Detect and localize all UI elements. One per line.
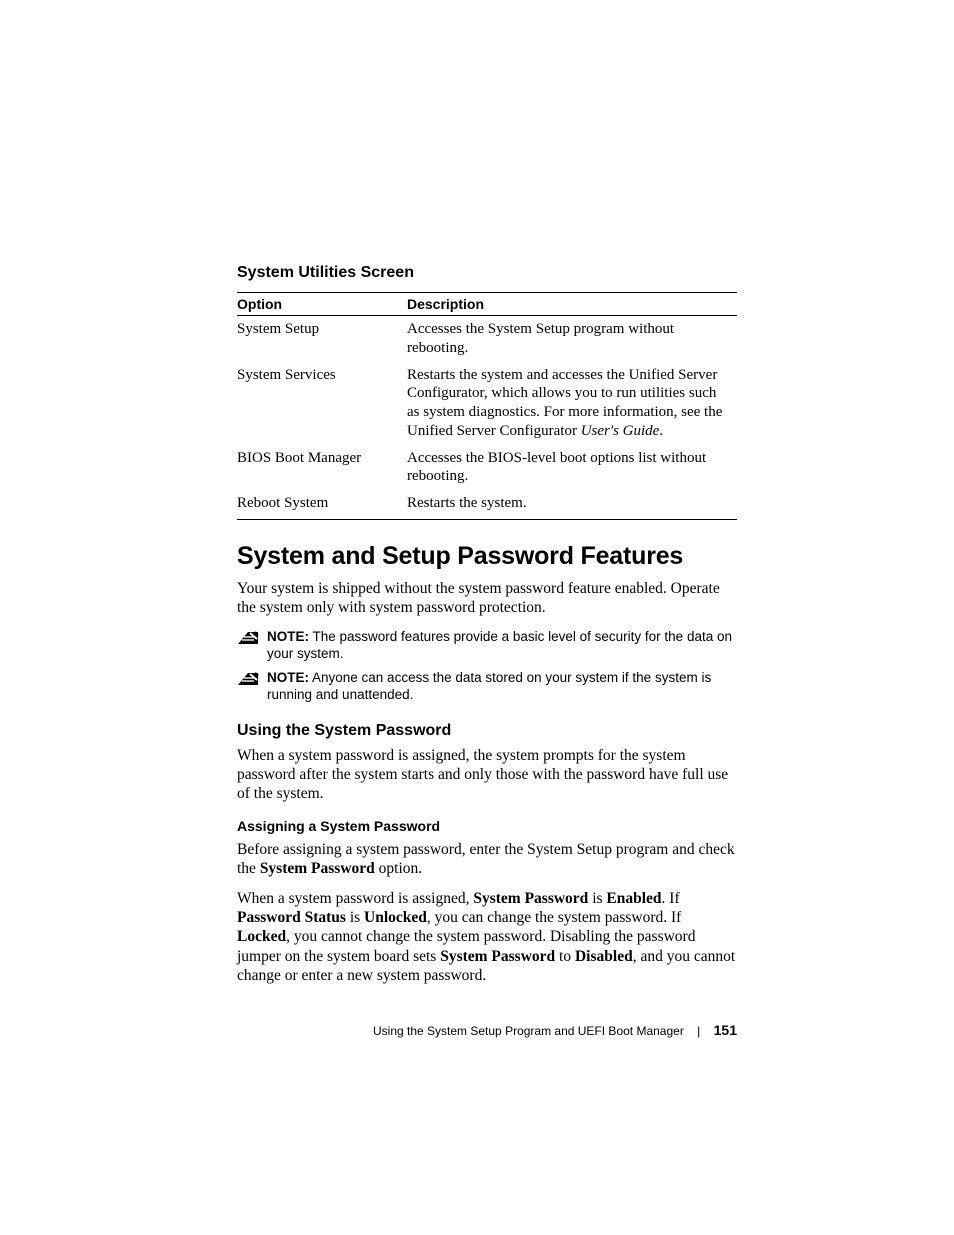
subheading-assigning-password: Assigning a System Password (237, 818, 737, 834)
table-row: System Setup Accesses the System Setup p… (237, 316, 737, 362)
cell-description: Restarts the system. (407, 490, 737, 519)
table-row: Reboot System Restarts the system. (237, 490, 737, 519)
cell-description: Accesses the System Setup program withou… (407, 316, 737, 362)
page-content: System Utilities Screen Option Descripti… (237, 264, 737, 995)
footer-chapter: Using the System Setup Program and UEFI … (373, 1024, 684, 1038)
table-row: BIOS Boot Manager Accesses the BIOS-leve… (237, 445, 737, 491)
note-block: NOTE: Anyone can access the data stored … (237, 669, 737, 704)
cell-option: BIOS Boot Manager (237, 445, 407, 491)
page-number: 151 (714, 1022, 737, 1038)
th-description: Description (407, 293, 737, 316)
body-paragraph: When a system password is assigned, the … (237, 746, 737, 804)
table-row: System Services Restarts the system and … (237, 362, 737, 445)
note-icon (237, 671, 259, 687)
footer-separator: | (697, 1024, 700, 1038)
cell-option: System Services (237, 362, 407, 445)
cell-description: Accesses the BIOS-level boot options lis… (407, 445, 737, 491)
section-heading: System Utilities Screen (237, 264, 737, 282)
note-text: NOTE: The password features provide a ba… (267, 628, 737, 663)
body-paragraph: When a system password is assigned, Syst… (237, 889, 737, 986)
note-block: NOTE: The password features provide a ba… (237, 628, 737, 663)
main-heading: System and Setup Password Features (237, 542, 737, 571)
intro-paragraph: Your system is shipped without the syste… (237, 579, 737, 618)
cell-option: System Setup (237, 316, 407, 362)
subheading-using-password: Using the System Password (237, 722, 737, 740)
note-icon (237, 630, 259, 646)
table-header-row: Option Description (237, 293, 737, 316)
th-option: Option (237, 293, 407, 316)
cell-option: Reboot System (237, 490, 407, 519)
cell-description: Restarts the system and accesses the Uni… (407, 362, 737, 445)
page-footer: Using the System Setup Program and UEFI … (237, 1022, 737, 1038)
body-paragraph: Before assigning a system password, ente… (237, 840, 737, 879)
options-table: Option Description System Setup Accesses… (237, 292, 737, 520)
note-text: NOTE: Anyone can access the data stored … (267, 669, 737, 704)
